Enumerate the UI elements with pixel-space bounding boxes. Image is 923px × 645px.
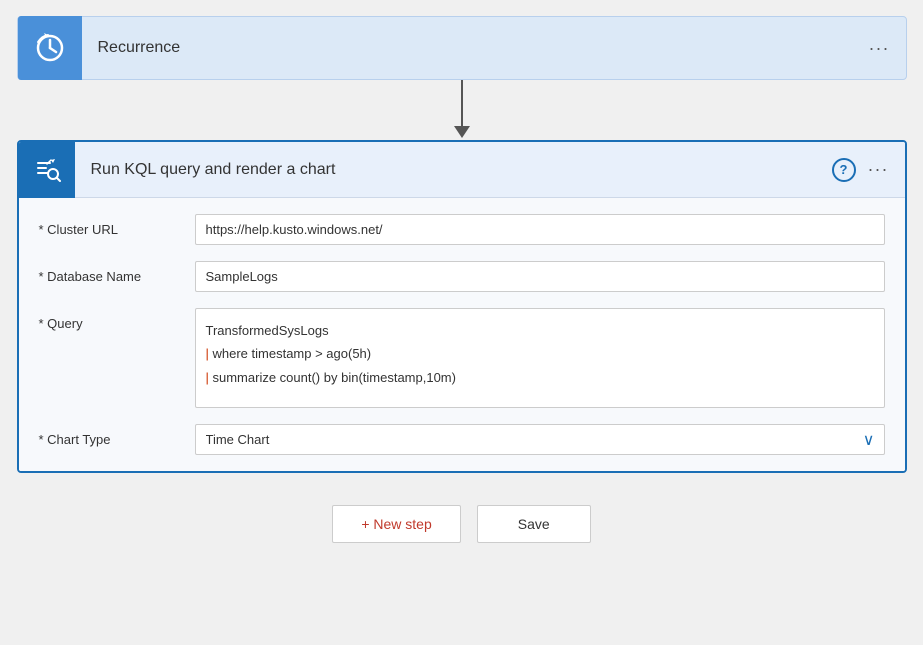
cluster-url-row: * Cluster URL: [39, 214, 885, 245]
kql-card-actions: ? ···: [816, 158, 905, 182]
database-name-row: * Database Name: [39, 261, 885, 292]
flow-arrow: [454, 80, 470, 140]
chart-type-label: * Chart Type: [39, 424, 179, 447]
recurrence-card: Recurrence ···: [17, 16, 907, 80]
chart-type-select-wrapper: Time Chart ∨: [195, 424, 885, 455]
kql-icon-wrapper: [19, 142, 75, 198]
kql-card: Run KQL query and render a chart ? ··· *…: [17, 140, 907, 473]
query-line-3: | summarize count() by bin(timestamp,10m…: [206, 366, 874, 389]
query-line-2: | where timestamp > ago(5h): [206, 342, 874, 365]
database-name-input[interactable]: [195, 261, 885, 292]
help-button[interactable]: ?: [832, 158, 856, 182]
kql-menu-button[interactable]: ···: [868, 159, 889, 180]
recurrence-title: Recurrence: [82, 39, 853, 57]
cluster-url-label: * Cluster URL: [39, 214, 179, 237]
chart-type-row: * Chart Type Time Chart ∨: [39, 424, 885, 455]
kql-card-title: Run KQL query and render a chart: [75, 161, 816, 179]
clock-icon: [34, 32, 66, 64]
database-name-label: * Database Name: [39, 261, 179, 284]
recurrence-menu-button[interactable]: ···: [853, 38, 906, 59]
save-button[interactable]: Save: [477, 505, 591, 543]
new-step-button[interactable]: + New step: [332, 505, 460, 543]
query-row: * Query TransformedSysLogs | where times…: [39, 308, 885, 408]
kql-card-header: Run KQL query and render a chart ? ···: [19, 142, 905, 198]
chart-type-select[interactable]: Time Chart: [195, 424, 885, 455]
recurrence-icon-wrapper: [18, 16, 82, 80]
query-line-1: TransformedSysLogs: [206, 319, 874, 342]
query-label: * Query: [39, 308, 179, 331]
kusto-icon: [33, 156, 61, 184]
query-input[interactable]: TransformedSysLogs | where timestamp > a…: [195, 308, 885, 408]
bottom-actions: + New step Save: [332, 505, 590, 543]
kql-card-body: * Cluster URL * Database Name * Query Tr…: [19, 198, 905, 471]
cluster-url-input[interactable]: [195, 214, 885, 245]
